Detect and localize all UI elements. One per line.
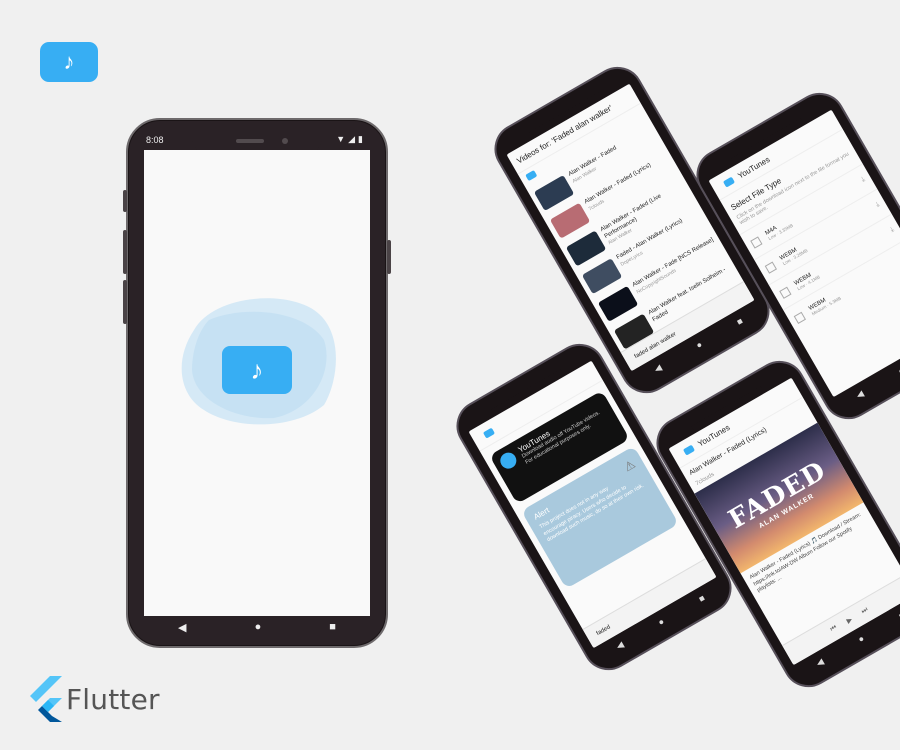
home-button[interactable]: ●: [255, 621, 262, 633]
music-note-icon: ♪: [63, 49, 75, 74]
status-time: 8:08: [146, 135, 164, 145]
album-art-title: FADED: [723, 455, 832, 535]
music-note-icon: [497, 449, 520, 472]
main-phone: 8:08 ▼◢▮ ♪ ◀ ● ■: [123, 118, 391, 648]
file-icon: [793, 311, 806, 324]
search-input-value: faded: [595, 623, 612, 637]
flutter-mark-icon: [30, 676, 62, 722]
recents-button[interactable]: ■: [329, 621, 336, 633]
file-icon: [778, 286, 792, 299]
music-note-icon: [682, 444, 695, 456]
status-icons: ▼◢▮: [336, 134, 366, 144]
next-icon[interactable]: ⏭: [860, 606, 869, 616]
file-type-screen: YouTunes Select File Type Click on the d…: [708, 109, 900, 398]
speaker: [236, 139, 264, 143]
volume-down-button: [123, 230, 127, 274]
file-icon: [749, 235, 763, 249]
previous-icon[interactable]: ⏮: [829, 624, 838, 634]
download-icon[interactable]: ⤓: [875, 201, 882, 209]
app-logo: ♪: [40, 42, 98, 82]
power-button: [123, 280, 127, 324]
download-icon[interactable]: ⤓: [860, 176, 867, 184]
nav-bar: ◀ ● ■: [144, 616, 370, 638]
music-note-icon: ♪: [250, 354, 264, 385]
flutter-wordmark: Flutter: [66, 682, 160, 716]
flutter-logo: Flutter: [28, 676, 160, 722]
splash-screen: ♪: [144, 150, 370, 616]
music-note-icon: [482, 427, 495, 439]
music-note-icon: [722, 176, 735, 188]
play-icon[interactable]: ▶: [845, 615, 854, 625]
volume-up-button: [123, 190, 127, 212]
camera: [282, 138, 288, 144]
file-icon: [764, 261, 777, 274]
download-icon[interactable]: ⤓: [889, 226, 896, 234]
splash-app-icon: ♪: [222, 346, 292, 394]
back-button[interactable]: ◀: [178, 621, 186, 634]
side-button-right: [387, 240, 391, 274]
music-note-icon: [525, 170, 538, 182]
